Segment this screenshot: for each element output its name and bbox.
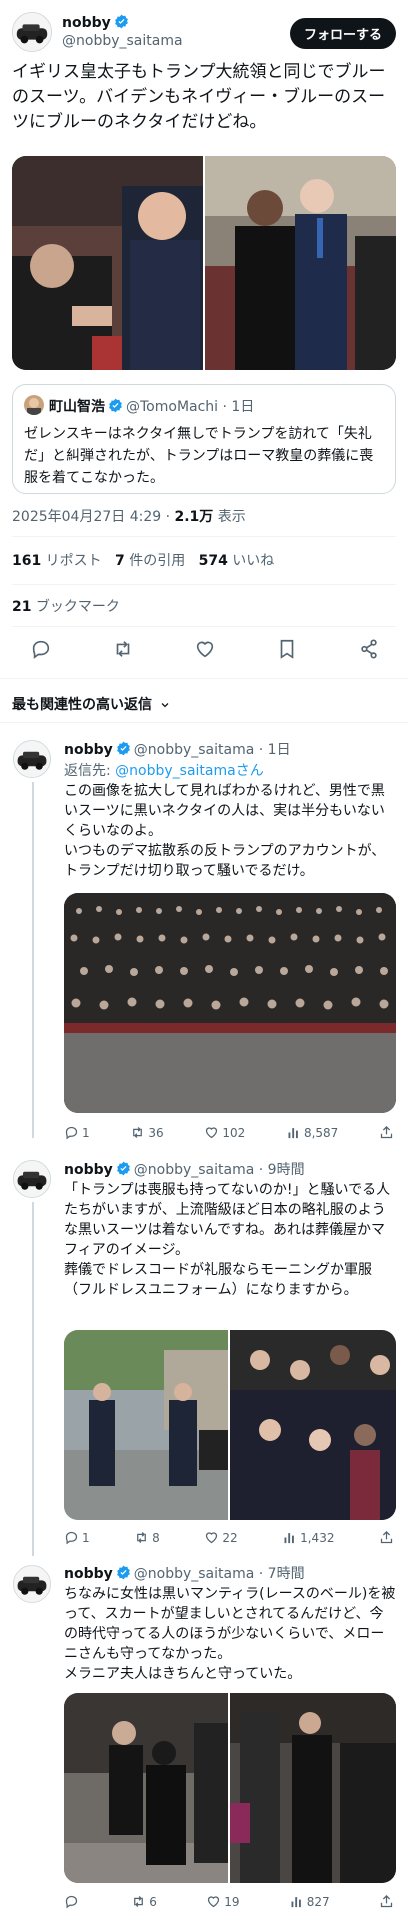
reply-share-button[interactable] [379,1125,394,1140]
verified-badge-icon [116,1161,130,1176]
reply-author-name[interactable]: nobby [64,1162,113,1178]
reply-author-name[interactable]: nobby [64,742,113,758]
reply-photo-1[interactable] [64,1330,228,1520]
reply-photo-2[interactable] [230,1330,396,1520]
quoted-time: · 1日 [222,399,255,415]
quoted-avatar [24,395,44,415]
share-icon [380,1530,393,1544]
author-name[interactable]: nobby [62,15,111,31]
tweet-timestamp[interactable]: 2025年04月27日 4:29 · [12,509,175,525]
reply-reply-button[interactable]: 1 [64,1125,90,1140]
tweet-photo-1[interactable] [12,156,203,370]
thread-line [32,1202,34,1556]
quotes-stat[interactable]: 7 件の引用 [115,553,185,569]
author-handle[interactable]: @nobby_saitama [62,32,183,50]
reply-photo[interactable] [64,893,396,1113]
views-icon [284,1533,294,1544]
reply-icon [65,1895,78,1909]
reply-icon[interactable] [30,638,52,660]
reply-time[interactable]: · 7時間 [259,1566,305,1582]
bookmarks-stat[interactable]: 21 ブックマーク [12,596,120,616]
reply-views-button[interactable]: 827 [289,1894,330,1909]
verified-badge-icon [116,741,130,756]
reply-text: ちなみに女性は黒いマンティラ(レースのベール)を被って、スカートが望ましいとされ… [64,1586,396,1682]
share-icon [380,1894,393,1908]
reply-repost-button[interactable]: 36 [130,1125,164,1140]
reply-author-handle[interactable]: @nobby_saitama [134,1162,255,1178]
quoted-author-handle: @TomoMachi [126,399,219,415]
reply-icon [65,1126,78,1140]
repost-icon [133,1127,143,1138]
quoted-tweet[interactable]: 町山智浩 @TomoMachi · 1日 ゼレンスキーはネクタイ無しでトランプを訪… [12,384,396,494]
likes-stat[interactable]: 574 いいね [199,553,275,569]
reply-sort-dropdown[interactable]: 最も関連性の高い返信 [12,694,171,714]
follow-button[interactable]: フォローする [289,18,396,49]
reply-text: この画像を拡大して見ればわかるけれど、男性で黒いスーツに黒いネクタイの人は、実は… [64,783,386,879]
reply-photo-2[interactable] [230,1693,396,1883]
verified-badge-icon [114,14,128,29]
bookmark-icon[interactable] [276,638,298,660]
views-label: 表示 [213,509,246,525]
reply-photo-1[interactable] [64,1693,228,1883]
quoted-text: ゼレンスキーはネクタイ無しでトランプを訪れて「失礼だ」と糾弾されたが、トランプは… [24,426,374,486]
like-icon [206,1127,218,1139]
reply-views-button[interactable]: 1,432 [282,1530,334,1545]
reply-time[interactable]: · 1日 [259,742,291,758]
reply-author-handle[interactable]: @nobby_saitama [134,1566,255,1582]
reply-avatar[interactable] [13,740,51,778]
verified-badge-icon [116,1565,130,1580]
tweet-text: イギリス皇太子もトランプ大統領と同じでブルーのスーツ。バイデンもネイヴィー・ブル… [12,62,386,132]
reply-reply-button[interactable] [64,1894,82,1909]
reply-share-button[interactable] [379,1530,394,1545]
repost-icon[interactable] [112,638,134,660]
reply-time[interactable]: · 9時間 [259,1162,305,1178]
reply-author-handle[interactable]: @nobby_saitama [134,742,255,758]
reply-repost-button[interactable]: 8 [134,1530,160,1545]
share-icon[interactable] [358,638,380,660]
reply-text: 「トランプは喪服も持ってないのか!」と騒いでる人たちがいますが、上流階級ほど日本… [64,1182,391,1298]
reply-repost-button[interactable]: 6 [131,1894,157,1909]
repost-icon [137,1532,147,1543]
views-icon [288,1128,298,1139]
reply-icon [65,1531,78,1545]
reply-author-name[interactable]: nobby [64,1566,113,1582]
reply-reply-button[interactable]: 1 [64,1530,90,1545]
reply-like-button[interactable]: 19 [206,1894,239,1909]
reply-share-button[interactable] [379,1894,394,1909]
replying-to-prefix: 返信先: [64,763,116,779]
quoted-author-name: 町山智浩 [49,399,105,415]
tweet-photo-2[interactable] [205,156,396,370]
reply-avatar[interactable] [13,1160,51,1198]
verified-badge-icon [109,398,122,413]
reply-sort-label: 最も関連性の高い返信 [12,697,152,713]
reply-avatar[interactable] [13,1565,51,1603]
views-icon [291,1897,301,1908]
reposts-stat[interactable]: 161 リポスト [12,553,102,569]
reply-like-button[interactable]: 102 [204,1125,245,1140]
like-icon [208,1896,220,1908]
chevron-down-icon [159,699,171,711]
thread-line [32,782,34,1138]
share-icon [380,1125,393,1139]
repost-icon [134,1896,144,1907]
replying-to-link[interactable]: @nobby_saitamaさん [115,763,264,779]
reply-views-button[interactable]: 8,587 [286,1125,338,1140]
author-avatar[interactable] [12,12,52,52]
views-count: 2.1万 [174,509,214,525]
reply-like-button[interactable]: 22 [204,1530,238,1545]
like-icon[interactable] [194,638,216,660]
like-icon [206,1532,218,1544]
